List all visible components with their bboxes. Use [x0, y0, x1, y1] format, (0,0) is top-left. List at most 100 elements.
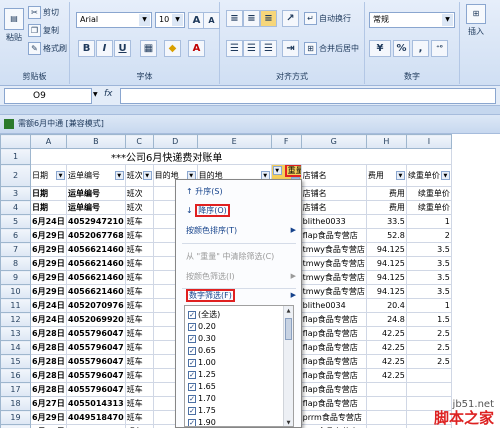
table-cell[interactable]: 6月28日	[30, 326, 67, 341]
table-cell[interactable]: prrm食品专营店	[300, 410, 367, 425]
underline-button[interactable]: U	[114, 40, 131, 57]
table-cell[interactable]: 6月29日	[30, 284, 67, 299]
table-cell[interactable]: tmwy食品专营店	[300, 270, 367, 285]
table-cell[interactable]: 2.5	[405, 340, 452, 355]
table-cell[interactable]: 6月28日	[30, 340, 67, 355]
scroll-thumb[interactable]	[285, 318, 292, 340]
table-cell[interactable]: 4055796047	[66, 340, 126, 355]
font-size-select[interactable]: 10 ▼	[155, 12, 185, 28]
table-cell[interactable]: 费用	[365, 200, 407, 215]
table-cell[interactable]: flap食品专营店	[300, 354, 367, 369]
row-header[interactable]: 10	[0, 284, 31, 299]
table-cell[interactable]	[365, 382, 407, 397]
table-cell[interactable]	[365, 396, 407, 411]
header-cell[interactable]: 运单编号 ▼	[66, 164, 126, 187]
filter-dropdown-icon[interactable]: ▼	[395, 171, 405, 180]
table-cell[interactable]: 1.5	[405, 312, 452, 327]
table-cell[interactable]: 班车	[124, 368, 154, 383]
table-cell[interactable]	[365, 424, 407, 428]
table-cell[interactable]: 班车	[124, 256, 154, 271]
table-cell[interactable]: 4055796047	[66, 368, 126, 383]
table-cell[interactable]: 续重单价	[405, 200, 452, 215]
checkbox-checked-icon[interactable]: ✓	[188, 334, 196, 343]
table-cell[interactable]: 4055796047	[66, 326, 126, 341]
filter-dropdown-icon[interactable]: ▼	[440, 171, 450, 180]
font-color-button[interactable]: A	[188, 40, 205, 57]
table-cell[interactable]: 6月24日	[30, 298, 67, 313]
table-cell[interactable]: 94.125	[365, 242, 407, 257]
align-left-button[interactable]: ☰	[226, 40, 243, 57]
table-cell[interactable]: 2.5	[405, 354, 452, 369]
table-cell[interactable]: 费用	[365, 186, 407, 201]
filter-dropdown-icon[interactable]: ▼	[142, 171, 152, 180]
font-name-select[interactable]: Arial ▼	[76, 12, 152, 28]
sort-by-color-item[interactable]: 按颜色排序(T) ▶	[178, 222, 299, 239]
table-cell[interactable]: 1	[405, 298, 452, 313]
column-header[interactable]: E	[196, 134, 272, 149]
table-cell[interactable]: 3.5	[405, 256, 452, 271]
name-box[interactable]: O9	[4, 88, 92, 104]
table-cell[interactable]: 42.25	[365, 354, 407, 369]
table-cell[interactable]: tmwy食品专营店	[300, 242, 367, 257]
row-header[interactable]: 8	[0, 256, 31, 271]
orientation-button[interactable]: ↗	[282, 10, 299, 27]
table-cell[interactable]: tmwy食品专营店	[300, 284, 367, 299]
header-cell[interactable]: 店铺名	[300, 164, 367, 187]
table-cell[interactable]: 2	[405, 228, 452, 243]
table-cell[interactable]: 4055796047	[66, 382, 126, 397]
sort-ascending-item[interactable]: ↑ 升序(S)	[178, 183, 299, 200]
row-header[interactable]: 17	[0, 382, 31, 397]
checkbox-checked-icon[interactable]: ✓	[188, 406, 196, 415]
table-cell[interactable]: 运单编号	[66, 186, 126, 201]
table-cell[interactable]: blithe0033	[300, 214, 367, 229]
paste-button[interactable]: ▤ 粘贴	[4, 8, 24, 43]
checkbox-checked-icon[interactable]: ✓	[188, 418, 196, 426]
row-header[interactable]: 13	[0, 326, 31, 341]
fill-color-button[interactable]: ◆	[164, 40, 181, 57]
table-cell[interactable]: 20.4	[365, 298, 407, 313]
row-header[interactable]: 3	[0, 186, 31, 201]
table-cell[interactable]: 4055014313	[66, 396, 126, 411]
table-cell[interactable]: flap食品专营店	[300, 368, 367, 383]
align-right-button[interactable]: ☰	[260, 40, 277, 57]
table-cell[interactable]: flap食品专营店	[300, 326, 367, 341]
row-header[interactable]: 11	[0, 298, 31, 313]
checkbox-checked-icon[interactable]: ✓	[188, 346, 196, 355]
table-cell[interactable]: 店铺名	[300, 200, 367, 215]
row-header[interactable]: 6	[0, 228, 31, 243]
column-header[interactable]: D	[152, 134, 198, 149]
checkbox-checked-icon[interactable]: ✓	[188, 310, 196, 319]
align-bottom-button[interactable]: ≡	[260, 10, 277, 27]
table-cell[interactable]: 续重单价	[405, 186, 452, 201]
table-cell[interactable]	[405, 368, 452, 383]
table-cell[interactable]: 4052070976	[66, 298, 126, 313]
table-cell[interactable]: 班次	[124, 200, 154, 215]
percent-button[interactable]: %	[393, 40, 410, 57]
align-middle-button[interactable]: ≡	[243, 10, 260, 27]
table-cell[interactable]: 班车	[124, 270, 154, 285]
header-cell[interactable]: 班次 ▼	[124, 164, 154, 187]
bold-button[interactable]: B	[78, 40, 95, 57]
table-cell[interactable]: 4055014313	[66, 424, 126, 428]
scroll-down-icon[interactable]: ▼	[284, 418, 293, 426]
table-cell[interactable]: 4056621460	[66, 242, 126, 257]
row-header[interactable]: 15	[0, 354, 31, 369]
table-cell[interactable]: 42.25	[365, 368, 407, 383]
cut-button[interactable]: ✂ 剪切	[28, 6, 59, 19]
table-cell[interactable]: 班车	[124, 410, 154, 425]
table-cell[interactable]: 班车	[124, 326, 154, 341]
fx-button[interactable]: fx	[104, 89, 113, 99]
table-cell[interactable]: 6月29日	[30, 242, 67, 257]
table-cell[interactable]: 3.5	[405, 270, 452, 285]
increase-decimal-button[interactable]: ⁺⁰	[431, 40, 448, 57]
table-cell[interactable]: flap食品专营店	[300, 312, 367, 327]
table-cell[interactable]: tmwy食品专营店	[300, 256, 367, 271]
header-cell[interactable]: 日期 ▼	[30, 164, 67, 187]
currency-button[interactable]: ¥	[369, 40, 391, 57]
wrap-text-button[interactable]: ↵ 自动换行	[304, 12, 351, 25]
table-cell[interactable]: 班次	[124, 186, 154, 201]
table-cell[interactable]: 班车	[124, 382, 154, 397]
table-cell[interactable]: 6月24日	[30, 214, 67, 229]
table-cell[interactable]: 6月28日	[30, 368, 67, 383]
filter-checkbox-item[interactable]: ✓ 1.90	[188, 416, 216, 426]
